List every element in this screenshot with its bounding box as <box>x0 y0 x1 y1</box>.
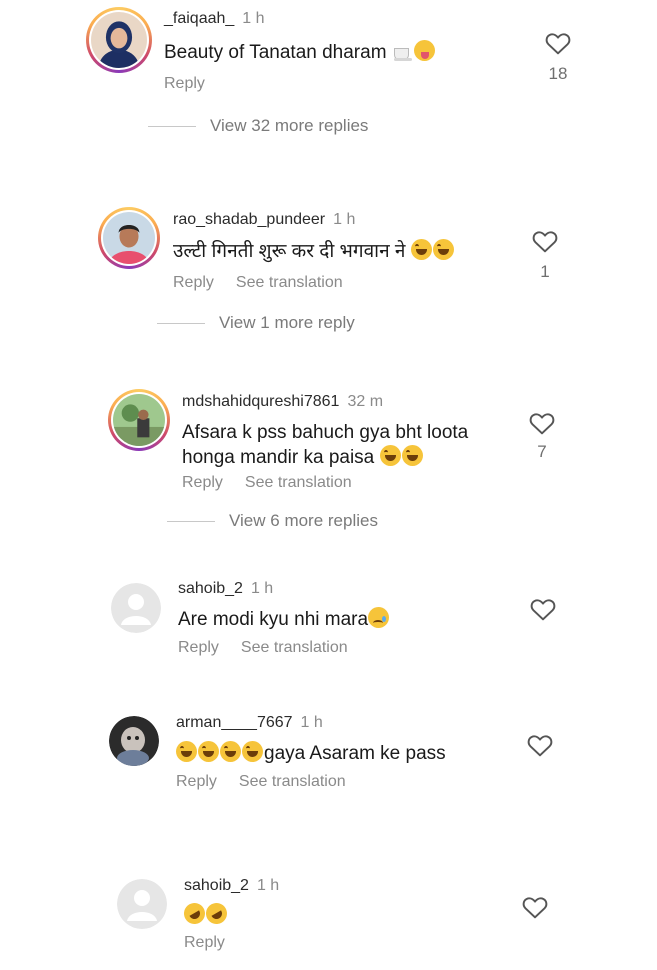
view-more-replies[interactable]: View 1 more reply <box>157 313 355 333</box>
comment-actions: Reply <box>164 75 227 93</box>
divider-line <box>157 322 205 324</box>
comment-body: उल्टी गिनती शुरू कर दी भगवान ने <box>173 241 411 262</box>
comment-header: _faiqaah_ 1 h <box>164 10 265 28</box>
see-translation-button[interactable]: See translation <box>245 474 352 491</box>
laughing-tears-emoji <box>242 741 263 762</box>
username[interactable]: arman____7667 <box>176 714 293 731</box>
reply-button[interactable]: Reply <box>176 773 217 790</box>
username[interactable]: mdshahidqureshi7861 <box>182 393 339 410</box>
reply-button[interactable]: Reply <box>173 274 214 291</box>
heart-icon[interactable] <box>545 31 571 55</box>
winking-tongue-emoji <box>413 40 435 61</box>
see-translation-button[interactable]: See translation <box>236 274 343 291</box>
see-translation-button[interactable]: See translation <box>241 639 348 656</box>
laughing-tears-emoji <box>198 741 219 762</box>
default-avatar-icon <box>111 583 161 633</box>
heart-icon[interactable] <box>532 229 558 253</box>
comment-actions: Reply <box>184 934 247 952</box>
comment-body: gaya Asaram ke pass <box>264 743 446 764</box>
comment-actions: Reply See translation <box>176 773 368 791</box>
comment-header: sahoib_2 1 h <box>178 580 273 598</box>
hot-beverage-emoji <box>392 40 413 61</box>
laughing-tears-emoji <box>410 239 432 260</box>
reply-button[interactable]: Reply <box>178 639 219 656</box>
comment-text: Afsara k pss bahuch gya bht loota honga … <box>182 420 468 470</box>
timestamp: 1 h <box>256 877 280 894</box>
comment-text: Are modi kyu nhi mara <box>178 607 390 632</box>
heart-icon[interactable] <box>527 733 553 757</box>
comment-header: rao_shadab_pundeer 1 h <box>173 211 355 229</box>
timestamp: 1 h <box>250 580 274 597</box>
timestamp: 1 h <box>242 10 265 27</box>
divider-line <box>148 125 196 127</box>
avatar-image <box>113 394 165 446</box>
laughing-tears-emoji <box>432 239 454 260</box>
comment-header: mdshahidqureshi7861 32 m <box>182 393 383 411</box>
divider-line <box>167 520 215 522</box>
like-count: 18 <box>548 64 568 83</box>
comment-body: Beauty of Tanatan dharam <box>164 42 392 63</box>
timestamp: 1 h <box>300 714 323 731</box>
avatar[interactable] <box>117 879 167 929</box>
reply-button[interactable]: Reply <box>164 75 205 92</box>
avatar[interactable] <box>111 583 161 633</box>
comment-header: arman____7667 1 h <box>176 714 323 732</box>
comment-text: Beauty of Tanatan dharam <box>164 40 436 65</box>
comment-text: gaya Asaram ke pass <box>176 741 446 766</box>
laughing-tears-emoji <box>401 445 423 466</box>
laughing-tears-emoji <box>379 445 401 466</box>
comment-actions: Reply See translation <box>182 474 374 492</box>
like-count: 7 <box>537 442 547 461</box>
timestamp: 1 h <box>333 211 356 228</box>
heart-icon[interactable] <box>530 597 556 621</box>
avatar[interactable] <box>108 389 170 451</box>
rolling-laughing-emoji <box>180 899 209 928</box>
like-count: 1 <box>540 262 550 281</box>
comment-text <box>180 899 231 928</box>
crying-face-emoji <box>368 607 390 628</box>
avatar-image <box>91 12 147 68</box>
see-translation-button[interactable]: See translation <box>239 773 346 790</box>
view-more-replies-label: View 1 more reply <box>219 313 355 332</box>
default-avatar-icon <box>117 879 167 929</box>
avatar[interactable] <box>109 716 159 766</box>
view-more-replies-label: View 6 more replies <box>229 511 378 530</box>
username[interactable]: _faiqaah_ <box>164 10 234 27</box>
comment-header: sahoib_2 1 h <box>184 877 279 895</box>
avatar[interactable] <box>98 207 160 269</box>
heart-icon[interactable] <box>522 895 548 919</box>
username[interactable]: sahoib_2 <box>178 580 243 597</box>
reply-button[interactable]: Reply <box>182 474 223 491</box>
view-more-replies-label: View 32 more replies <box>210 116 369 135</box>
reply-button[interactable]: Reply <box>184 934 225 951</box>
comment-body: Afsara k pss bahuch gya bht loota honga … <box>182 422 469 468</box>
avatar-image <box>103 212 155 264</box>
view-more-replies[interactable]: View 32 more replies <box>148 116 368 136</box>
comment-actions: Reply See translation <box>173 274 365 292</box>
avatar[interactable] <box>86 7 152 73</box>
username[interactable]: rao_shadab_pundeer <box>173 211 325 228</box>
username[interactable]: sahoib_2 <box>184 877 249 894</box>
comment-text: उल्टी गिनती शुरू कर दी भगवान ने <box>173 239 455 264</box>
comment-actions: Reply See translation <box>178 639 370 657</box>
comment-body: Are modi kyu nhi mara <box>178 609 369 630</box>
view-more-replies[interactable]: View 6 more replies <box>167 511 378 531</box>
heart-icon[interactable] <box>529 411 555 435</box>
rolling-laughing-emoji <box>202 899 231 928</box>
laughing-tears-emoji <box>176 741 197 762</box>
timestamp: 32 m <box>347 393 384 410</box>
laughing-tears-emoji <box>220 741 241 762</box>
avatar-image <box>109 716 159 766</box>
